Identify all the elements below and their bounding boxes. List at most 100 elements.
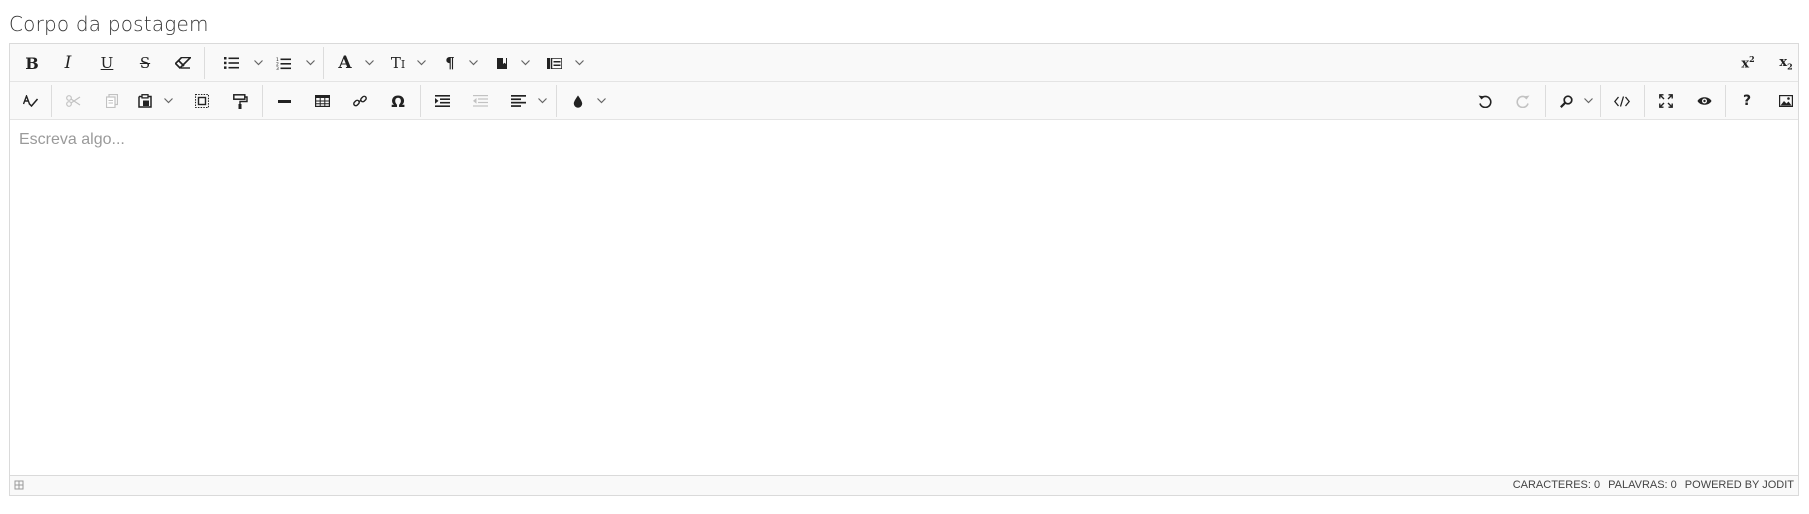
source-button[interactable]: [1606, 86, 1638, 116]
line-height-dropdown[interactable]: [572, 48, 586, 78]
subscript-icon: x2: [1779, 54, 1793, 72]
cut-button[interactable]: [57, 86, 89, 116]
toolbar-separator: [262, 85, 263, 117]
align-button[interactable]: [502, 86, 534, 116]
spellcheck-button[interactable]: [14, 86, 46, 116]
rich-text-editor: B I U S 123 A TI ¶ x2 x2 Ω ? Escreva alg…: [9, 43, 1799, 496]
link-button[interactable]: [344, 86, 376, 116]
ordered-list-button[interactable]: 123: [267, 48, 299, 78]
fullsize-button[interactable]: [1650, 86, 1682, 116]
field-label: Corpo da postagem: [9, 12, 209, 36]
undo-button[interactable]: [1469, 86, 1501, 116]
find-button[interactable]: [1551, 86, 1581, 116]
indent-icon: [434, 95, 450, 107]
svg-text:3: 3: [276, 66, 279, 70]
redo-icon: [1516, 95, 1530, 108]
strikethrough-button[interactable]: S: [129, 48, 161, 78]
cut-icon: [65, 95, 80, 107]
select-all-button[interactable]: [186, 86, 218, 116]
eraser-button[interactable]: [167, 48, 199, 78]
brush-button[interactable]: [562, 86, 594, 116]
preview-icon: [1697, 97, 1711, 105]
powered-by-link[interactable]: POWERED BY JODIT: [1685, 479, 1794, 491]
link-icon: [353, 95, 367, 107]
chevron-down-icon: [416, 60, 426, 66]
line-height-icon: [546, 57, 562, 69]
help-icon: ?: [1742, 93, 1752, 109]
outdent-button[interactable]: [464, 86, 496, 116]
strikethrough-icon: S: [139, 54, 151, 72]
help-button[interactable]: ?: [1731, 86, 1763, 116]
spellcheck-icon: [22, 95, 38, 107]
chevron-down-icon: [253, 60, 263, 66]
font-dropdown[interactable]: [362, 48, 376, 78]
horizontal-rule-button[interactable]: [268, 86, 300, 116]
toolbar-separator: [1545, 85, 1546, 117]
paragraph-icon: ¶: [445, 54, 455, 72]
superscript-button[interactable]: x2: [1733, 48, 1763, 78]
paste-button[interactable]: [130, 86, 160, 116]
underline-button[interactable]: U: [91, 48, 123, 78]
unordered-list-button[interactable]: [215, 48, 247, 78]
brush-dropdown[interactable]: [594, 86, 608, 116]
line-height-button[interactable]: [538, 48, 570, 78]
font-size-button[interactable]: TI: [382, 48, 414, 78]
table-button[interactable]: [306, 86, 338, 116]
word-count: PALAVRAS: 0: [1608, 479, 1677, 491]
editor-content[interactable]: Escreva algo...: [10, 121, 1798, 477]
paragraph-dropdown[interactable]: [466, 48, 480, 78]
italic-icon: I: [64, 53, 72, 73]
redo-button[interactable]: [1507, 86, 1539, 116]
unordered-list-dropdown[interactable]: [251, 48, 265, 78]
chevron-down-icon: [468, 60, 478, 66]
indent-button[interactable]: [426, 86, 458, 116]
superscript-icon: x2: [1741, 54, 1755, 72]
toolbar-separator: [556, 85, 557, 117]
chevron-down-icon: [520, 60, 530, 66]
fullsize-icon: [1659, 94, 1673, 108]
copy-button[interactable]: [96, 86, 128, 116]
classes-dropdown[interactable]: [518, 48, 532, 78]
font-button[interactable]: A: [329, 48, 361, 78]
special-char-button[interactable]: Ω: [382, 86, 414, 116]
chevron-down-icon: [537, 98, 547, 104]
italic-button[interactable]: I: [52, 48, 84, 78]
align-icon: [510, 95, 526, 107]
chevron-down-icon: [574, 60, 584, 66]
font-size-dropdown[interactable]: [414, 48, 428, 78]
bold-button[interactable]: B: [16, 48, 48, 78]
toolbar-separator: [204, 47, 205, 79]
toolbar-separator: [1725, 85, 1726, 117]
outdent-icon: [472, 95, 488, 107]
subscript-button[interactable]: x2: [1771, 48, 1801, 78]
font-size-icon: TI: [390, 54, 406, 72]
image-icon: [1779, 95, 1793, 107]
special-char-icon: Ω: [391, 91, 405, 111]
align-dropdown[interactable]: [535, 86, 549, 116]
chevron-down-icon: [364, 60, 374, 66]
chevron-down-icon: [163, 98, 173, 104]
toolbar-separator: [51, 85, 52, 117]
copy-format-button[interactable]: [224, 86, 256, 116]
unordered-list-icon: [223, 57, 239, 69]
underline-icon: U: [100, 54, 114, 72]
classes-button[interactable]: [486, 48, 518, 78]
editor-statusbar: CARACTERES: 0 PALAVRAS: 0 POWERED BY JOD…: [10, 475, 1798, 495]
paragraph-button[interactable]: ¶: [434, 48, 466, 78]
resize-handle-icon[interactable]: [14, 480, 24, 490]
chevron-down-icon: [305, 60, 315, 66]
paste-dropdown[interactable]: [161, 86, 175, 116]
image-button[interactable]: [1770, 86, 1802, 116]
ordered-list-dropdown[interactable]: [303, 48, 317, 78]
preview-button[interactable]: [1688, 86, 1720, 116]
source-icon: [1614, 95, 1630, 107]
classes-icon: [497, 57, 507, 69]
horizontal-rule-icon: [277, 99, 291, 103]
toolbar-separator: [1644, 85, 1645, 117]
chevron-down-icon: [596, 98, 606, 104]
toolbar-separator: [420, 85, 421, 117]
find-dropdown[interactable]: [1581, 86, 1595, 116]
char-count: CARACTERES: 0: [1512, 479, 1601, 491]
undo-icon: [1478, 95, 1492, 108]
find-icon: [1559, 94, 1573, 108]
